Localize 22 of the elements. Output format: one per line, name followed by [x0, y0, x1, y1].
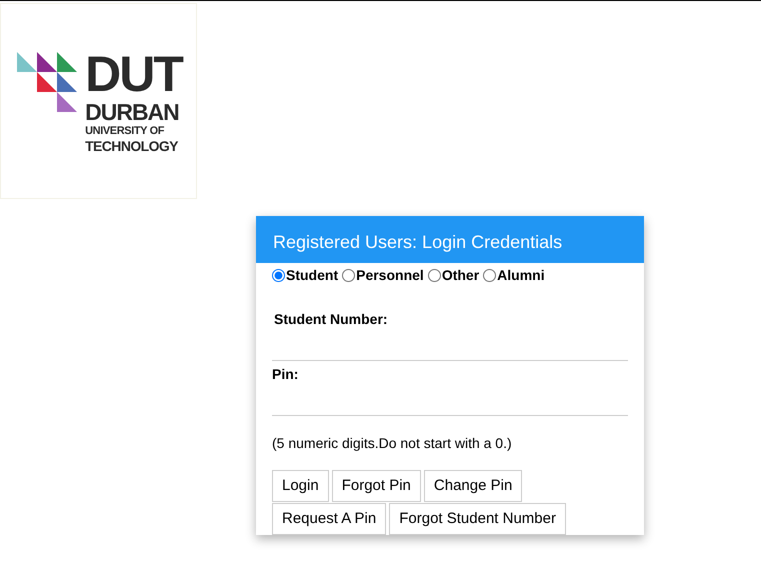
- field-label: Pin:: [272, 365, 300, 384]
- radio-button[interactable]: [428, 268, 441, 282]
- field-label: Student Number:: [273, 310, 389, 329]
- action-button[interactable]: Change Pin: [424, 470, 522, 502]
- radio-button[interactable]: [272, 268, 285, 282]
- radio-button[interactable]: [342, 268, 356, 282]
- logo-text: DUT: [85, 49, 182, 99]
- radio-button[interactable]: [483, 268, 496, 282]
- card-title: Registered Users: Login Credentials: [256, 216, 644, 263]
- action-button[interactable]: Forgot Student Number: [389, 503, 566, 535]
- radio-label[interactable]: Alumni: [497, 264, 545, 286]
- logo-mark-icon: [17, 52, 78, 112]
- action-button[interactable]: Forgot Pin: [332, 470, 421, 502]
- logo-text: TECHNOLOGY: [85, 139, 179, 153]
- action-button[interactable]: Request A Pin: [272, 503, 386, 535]
- hint-text: (5 numeric digits.Do not start with a 0.): [272, 434, 513, 453]
- logo-text: DURBAN: [85, 101, 180, 124]
- radio-label[interactable]: Other: [442, 264, 480, 286]
- logo-text: UNIVERSITY OF: [85, 126, 166, 137]
- action-button[interactable]: Login: [272, 470, 329, 502]
- radio-label[interactable]: Personnel: [356, 264, 424, 286]
- radio-label[interactable]: Student: [286, 264, 338, 286]
